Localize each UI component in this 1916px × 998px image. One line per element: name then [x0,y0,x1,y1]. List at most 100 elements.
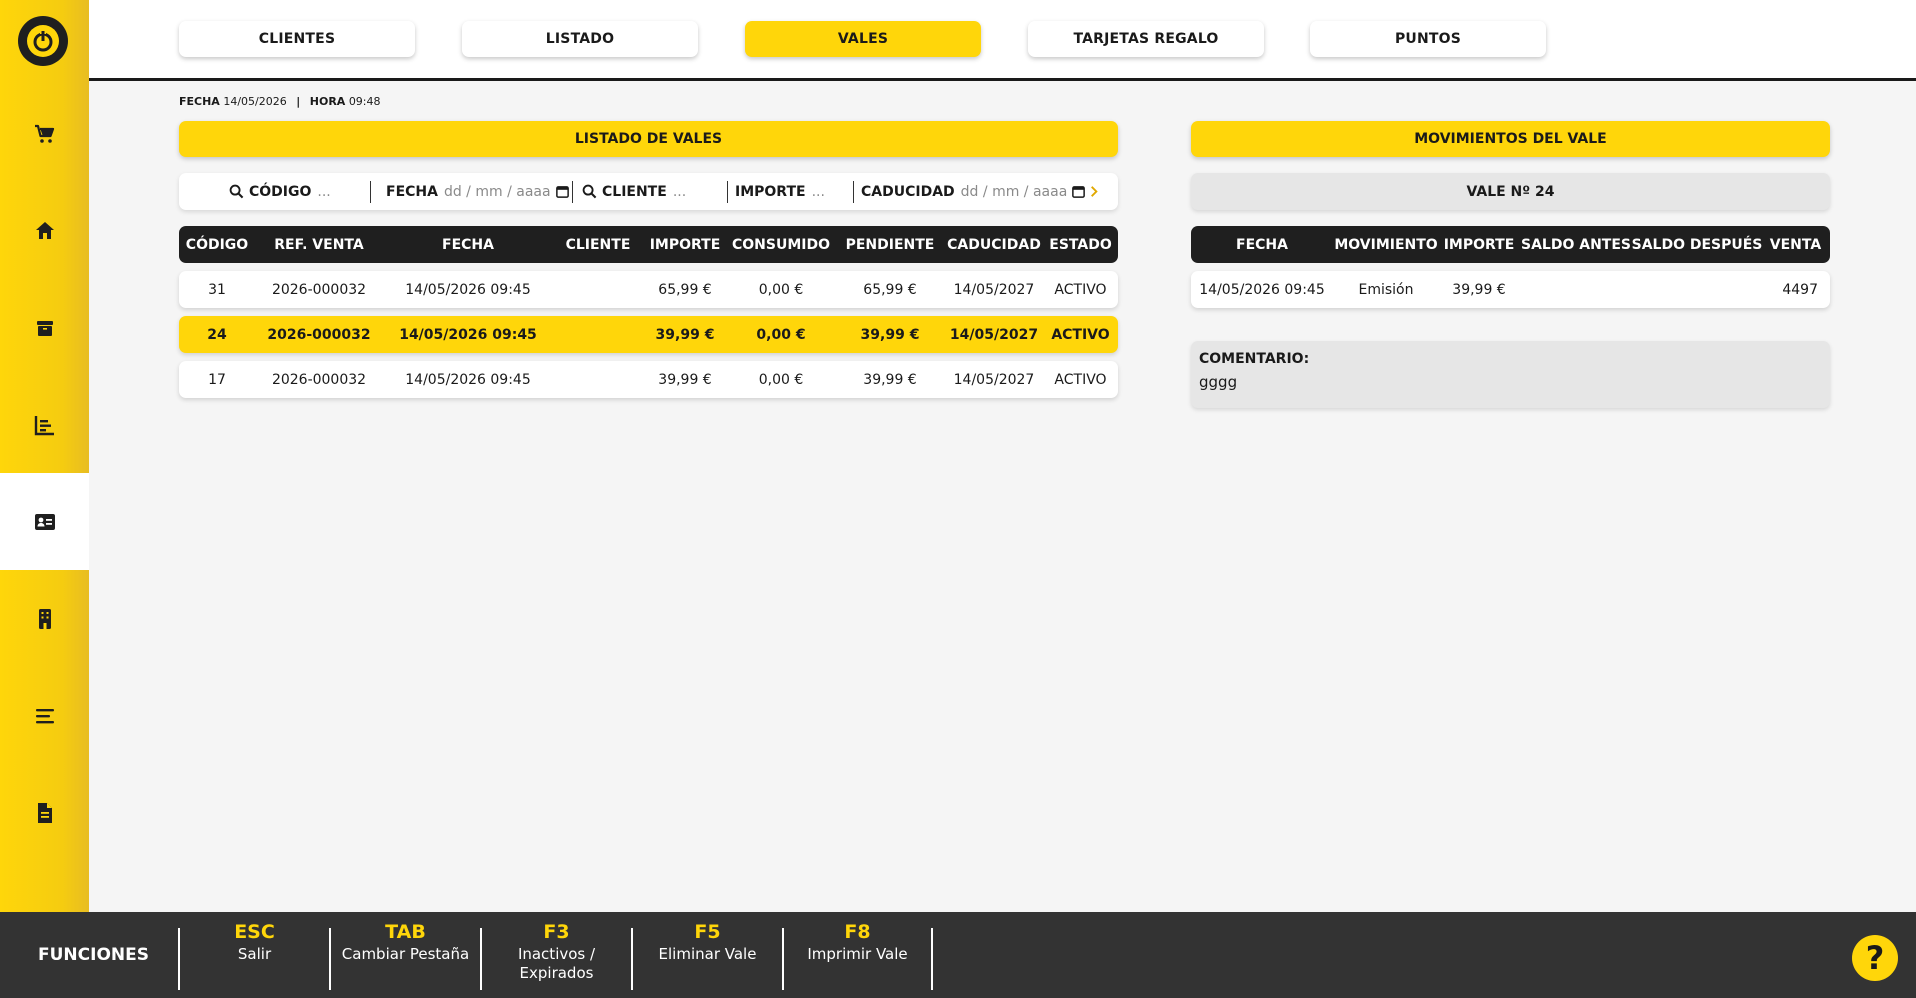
cell-codigo: 24 [207,326,227,343]
table-row[interactable]: 17 2026-000032 14/05/2026 09:45 39,99 € … [179,361,1118,398]
f8-key-button[interactable]: F8 Imprimir Vale [782,922,933,990]
tab-vales[interactable]: VALES [745,21,981,57]
f5-key-button[interactable]: F5 Eliminar Vale [631,922,782,990]
column-header[interactable]: MOVIMIENTO [1333,226,1439,263]
tab-puntos[interactable]: PUNTOS [1310,21,1546,57]
search-icon [582,184,597,199]
contact-card-icon [34,513,55,530]
cell-importe: 39,99 € [658,371,712,388]
cell-saldo-despues [1633,271,1761,308]
movimientos-vale-header: MOVIMIENTOS DEL VALE [1191,121,1830,157]
column-header[interactable]: IMPORTE [1439,226,1519,263]
filter-divider [853,181,854,203]
column-header[interactable]: FECHA [1191,226,1333,263]
help-icon[interactable]: ? [1852,935,1898,981]
power-logo-icon[interactable] [18,16,68,66]
cell-ref-venta: 2026-000032 [271,371,367,388]
sidebar-item-contacts[interactable] [0,473,89,570]
caducidad-filter-label: CADUCIDAD [861,183,955,200]
home-icon [35,221,54,239]
document-icon [37,802,52,823]
importe-filter-label: IMPORTE [735,183,806,200]
cliente-filter-label: CLIENTE [602,183,667,200]
column-header[interactable]: CADUCIDAD [945,226,1043,263]
key-label: TAB [385,921,426,943]
key-description: Salir [237,945,272,963]
filter-divider [572,181,573,203]
column-header[interactable]: VENTA [1761,226,1830,263]
fecha-filter-label: FECHA [386,183,438,200]
tab-clientes[interactable]: CLIENTES [179,21,415,57]
cell-movimiento: Emisión [1358,281,1414,298]
calendar-icon[interactable] [1071,184,1086,199]
column-header[interactable]: CONSUMIDO [727,226,835,263]
codigo-filter[interactable]: CÓDIGO ... [229,173,331,210]
table-row[interactable]: 31 2026-000032 14/05/2026 09:45 65,99 € … [179,271,1118,308]
cliente-filter[interactable]: CLIENTE ... [582,173,686,210]
column-header[interactable]: IMPORTE [643,226,727,263]
sidebar-item-list[interactable] [0,667,89,764]
cell-importe: 39,99 € [1452,281,1506,298]
caducidad-filter[interactable]: CADUCIDAD dd / mm / aaaa [861,173,1091,210]
column-header[interactable]: FECHA [383,226,553,263]
codigo-filter-label: CÓDIGO [249,183,312,200]
column-header[interactable]: PENDIENTE [835,226,945,263]
column-header[interactable]: ESTADO [1043,226,1118,263]
hora-label: HORA [309,95,346,108]
key-label: F3 [543,921,570,943]
cell-codigo: 31 [208,281,226,298]
column-header[interactable]: SALDO DESPUÉS [1632,226,1763,263]
cell-fecha: 14/05/2026 09:45 [405,371,531,388]
f3-key-button[interactable]: F3 Inactivos / Expirados [480,922,631,990]
tab-key-button[interactable]: TAB Cambiar Pestaña [329,922,480,990]
meta-separator: | [296,95,301,108]
list-icon [35,708,54,723]
cell-consumido: 0,00 € [758,371,804,388]
sidebar-item-cart[interactable] [0,85,89,182]
cell-fecha: 14/05/2026 09:45 [399,326,537,343]
cell-ref-venta: 2026-000032 [267,326,371,343]
cell-estado: ACTIVO [1054,281,1107,298]
cell-consumido: 0,00 € [758,281,804,298]
sidebar-item-document[interactable] [0,764,89,861]
tab-tarjetas-regalo[interactable]: TARJETAS REGALO [1028,21,1264,57]
tab-listado[interactable]: LISTADO [462,21,698,57]
table-row-selected[interactable]: 24 2026-000032 14/05/2026 09:45 39,99 € … [179,316,1118,353]
calendar-icon[interactable] [555,184,570,199]
fecha-filter-placeholder: dd / mm / aaaa [443,183,551,200]
cell-estado: ACTIVO [1054,371,1107,388]
hora-value: 09:48 [348,95,381,108]
sidebar-item-chart[interactable] [0,376,89,473]
comment-label: COMENTARIO: [1199,351,1310,367]
vales-table-header: CÓDIGO REF. VENTA FECHA CLIENTE IMPORTE … [179,226,1118,263]
filter-next-button[interactable] [1087,173,1107,210]
column-header[interactable]: CLIENTE [553,226,643,263]
box-icon [36,320,53,336]
esc-key-button[interactable]: ESC Salir [178,922,329,990]
sidebar-item-building[interactable] [0,570,89,667]
chart-icon [34,415,54,435]
column-header[interactable]: SALDO ANTES [1519,226,1633,263]
column-header[interactable]: CÓDIGO [179,226,255,263]
column-header[interactable]: REF. VENTA [255,226,383,263]
vale-number-title: VALE Nº 24 [1191,173,1830,210]
cell-estado: ACTIVO [1051,326,1110,343]
filter-bar: CÓDIGO ... FECHA dd / mm / aaaa CLIENTE … [179,173,1118,210]
cell-pendiente: 39,99 € [863,371,917,388]
importe-filter[interactable]: IMPORTE ... [735,173,825,210]
cell-pendiente: 65,99 € [863,281,917,298]
cell-consumido: 0,00 € [756,326,806,343]
listado-vales-header: LISTADO DE VALES [179,121,1118,157]
datetime-info: FECHA 14/05/2026 | HORA 09:48 [179,95,381,108]
sidebar-item-home[interactable] [0,182,89,279]
sidebar-item-box[interactable] [0,279,89,376]
building-icon [38,608,51,629]
cart-icon [34,124,54,143]
top-bar: CLIENTES LISTADO VALES TARJETAS REGALO P… [89,0,1916,81]
app-root: CLIENTES LISTADO VALES TARJETAS REGALO P… [0,0,1916,998]
codigo-filter-placeholder: ... [317,183,331,200]
fecha-filter[interactable]: FECHA dd / mm / aaaa [386,173,575,210]
cell-importe: 39,99 € [655,326,715,343]
movimiento-row[interactable]: 14/05/2026 09:45 Emisión 39,99 € 4497 [1191,271,1830,308]
chevron-right-icon [1091,186,1098,197]
